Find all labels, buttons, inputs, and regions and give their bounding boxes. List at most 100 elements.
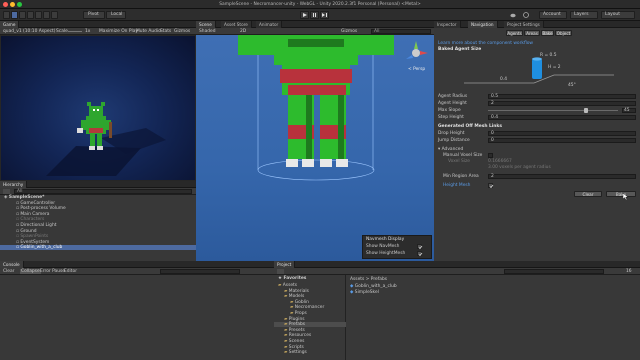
- error-pause-toggle[interactable]: Error Pause: [40, 269, 65, 274]
- tab-asset-store[interactable]: Asset Store: [221, 21, 252, 28]
- hierarchy-item[interactable]: ▫ SpawnPoints: [0, 234, 196, 239]
- console-clear-button[interactable]: Clear: [3, 269, 14, 274]
- navigation-panel: Inspector Navigation Project Settings Ag…: [434, 21, 640, 261]
- show-heightmesh-checkbox[interactable]: [417, 251, 423, 257]
- tab-navigation[interactable]: Navigation: [468, 21, 498, 28]
- subtab-agents[interactable]: Agents: [506, 30, 523, 36]
- pivot-toggle[interactable]: Pivot: [83, 11, 105, 19]
- rect-tool-icon[interactable]: [35, 11, 42, 19]
- project-folder-item[interactable]: ▰ Necromancer: [274, 305, 346, 310]
- manual-voxel-checkbox[interactable]: [488, 153, 493, 158]
- project-folder-item[interactable]: ▰ Assets: [274, 283, 346, 288]
- jump-distance-field[interactable]: 0: [488, 138, 636, 143]
- scale-tool-icon[interactable]: [27, 11, 34, 19]
- collapse-toggle[interactable]: Collapse: [20, 269, 41, 274]
- hierarchy-item-label: SpawnPoints: [20, 234, 49, 240]
- offmesh-links-heading: Generated Off Mesh Links: [438, 124, 502, 129]
- services-icon[interactable]: [523, 12, 529, 18]
- navmesh-display-overlay: Navmesh Display Show NavMesh Show Height…: [362, 235, 432, 259]
- scene-gizmos-dropdown[interactable]: Gizmos: [341, 29, 357, 34]
- agent-height-field[interactable]: 2: [488, 101, 636, 106]
- stats-toggle[interactable]: Stats: [160, 29, 171, 34]
- local-toggle[interactable]: Local: [106, 11, 126, 19]
- max-slope-slider-thumb[interactable]: [583, 108, 588, 113]
- tab-game[interactable]: Game: [0, 21, 20, 28]
- project-folder-item[interactable]: ▰ Materials: [274, 289, 346, 294]
- show-navmesh-checkbox[interactable]: [417, 244, 423, 250]
- hierarchy-search-input[interactable]: All: [14, 189, 192, 194]
- advanced-foldout[interactable]: ▾ Advanced: [438, 147, 463, 152]
- 2d-toggle[interactable]: 2D: [240, 29, 246, 34]
- display-dropdown[interactable]: quad_v1 (10:10 Aspect): [3, 29, 55, 34]
- file-item[interactable]: ◆ Goblin_with_a_club: [350, 284, 397, 289]
- agent-radius-field[interactable]: 0.5: [488, 94, 636, 99]
- hierarchy-item[interactable]: ▫ GameController: [0, 201, 196, 206]
- console-search-input[interactable]: [160, 269, 240, 274]
- project-folder-item[interactable]: ▰ Prefabs: [274, 322, 346, 328]
- project-folder-item[interactable]: ▰ Scenes: [274, 339, 346, 344]
- project-folder-item[interactable]: ▰ Plugins: [274, 317, 346, 322]
- maximize-on-play-toggle[interactable]: Maximize On Play: [99, 29, 138, 34]
- tab-console[interactable]: Console: [0, 261, 24, 268]
- project-create-icon[interactable]: [277, 269, 284, 274]
- show-heightmesh-label: Show HeightMesh: [366, 251, 406, 256]
- scene-search-input[interactable]: All: [371, 29, 431, 34]
- gizmos-toggle[interactable]: Gizmos: [174, 29, 190, 34]
- hand-tool-icon[interactable]: [3, 11, 10, 19]
- hierarchy-item[interactable]: ▫ Ground: [0, 229, 196, 234]
- persp-label[interactable]: < Persp: [408, 67, 425, 72]
- orientation-gizmo-icon[interactable]: [402, 39, 430, 67]
- rotate-tool-icon[interactable]: [19, 11, 26, 19]
- game-viewport[interactable]: [1, 36, 195, 180]
- project-folder-item[interactable]: ▰ Settings: [274, 350, 346, 355]
- subtab-bake[interactable]: Bake: [541, 30, 554, 36]
- hierarchy-item[interactable]: ▫ Goblin_with_a_club: [0, 245, 196, 251]
- min-region-field[interactable]: 2: [488, 174, 636, 179]
- component-workflow-link[interactable]: Learn more about the component workflow: [438, 41, 533, 46]
- project-folder-item[interactable]: ▰ Scripts: [274, 345, 346, 350]
- step-button[interactable]: [320, 11, 329, 19]
- create-icon[interactable]: [3, 189, 10, 194]
- step-height-field[interactable]: 0.4: [488, 115, 636, 120]
- account-dropdown[interactable]: Account: [539, 11, 567, 19]
- custom-tool-icon[interactable]: [51, 11, 58, 19]
- project-search-input[interactable]: [504, 269, 604, 274]
- editor-dropdown[interactable]: Editor: [64, 269, 77, 274]
- drop-height-field[interactable]: 0: [488, 131, 636, 136]
- pause-button[interactable]: [310, 11, 319, 19]
- layout-dropdown[interactable]: Layout: [601, 11, 635, 19]
- play-button[interactable]: [300, 11, 309, 19]
- subtab-areas[interactable]: Areas: [524, 30, 540, 36]
- voxel-size-field[interactable]: 0.1666667: [488, 159, 512, 164]
- hierarchy-item[interactable]: ◈ SampleScene*: [0, 195, 196, 200]
- move-tool-icon[interactable]: [11, 11, 18, 19]
- hierarchy-item[interactable]: ▫ Characters: [0, 217, 196, 222]
- subtab-object[interactable]: Object: [555, 30, 572, 36]
- file-item[interactable]: ◆ SimpleSkel: [350, 290, 379, 295]
- tab-hierarchy[interactable]: Hierarchy: [0, 181, 28, 188]
- max-slope-slider[interactable]: [488, 108, 618, 113]
- project-folder-item[interactable]: ▰ Resources: [274, 333, 346, 338]
- hierarchy-item[interactable]: ▫ Post-process Volume: [0, 206, 196, 211]
- hierarchy-item[interactable]: ▫ Directional Light: [0, 223, 196, 228]
- scene-viewport[interactable]: < Persp Navmesh Display Show NavMesh Sho…: [196, 35, 434, 261]
- max-slope-field[interactable]: 45: [622, 108, 636, 113]
- layers-dropdown[interactable]: Layers: [570, 11, 598, 19]
- tab-inspector[interactable]: Inspector: [434, 21, 461, 28]
- project-folder-item[interactable]: ▰ Props: [274, 311, 346, 316]
- collab-cloud-icon[interactable]: [510, 12, 516, 18]
- tab-project[interactable]: Project: [274, 261, 296, 268]
- tab-scene[interactable]: Scene: [196, 21, 216, 28]
- shading-dropdown[interactable]: Shaded: [199, 29, 216, 34]
- favorites-label[interactable]: ★ Favorites: [278, 276, 306, 281]
- tab-project-settings[interactable]: Project Settings: [504, 21, 544, 28]
- mute-audio-toggle[interactable]: Mute Audio: [136, 29, 161, 34]
- clear-button[interactable]: Clear: [574, 191, 602, 197]
- project-breadcrumb[interactable]: Assets > Prefabs: [350, 277, 387, 282]
- transform-tool-icon[interactable]: [43, 11, 50, 19]
- project-folder-item[interactable]: ▰ Models: [274, 294, 346, 299]
- tab-animator[interactable]: Animator: [256, 21, 283, 28]
- scale-slider[interactable]: [68, 31, 82, 32]
- bake-button[interactable]: Bake: [606, 191, 636, 197]
- height-mesh-checkbox[interactable]: [488, 183, 494, 189]
